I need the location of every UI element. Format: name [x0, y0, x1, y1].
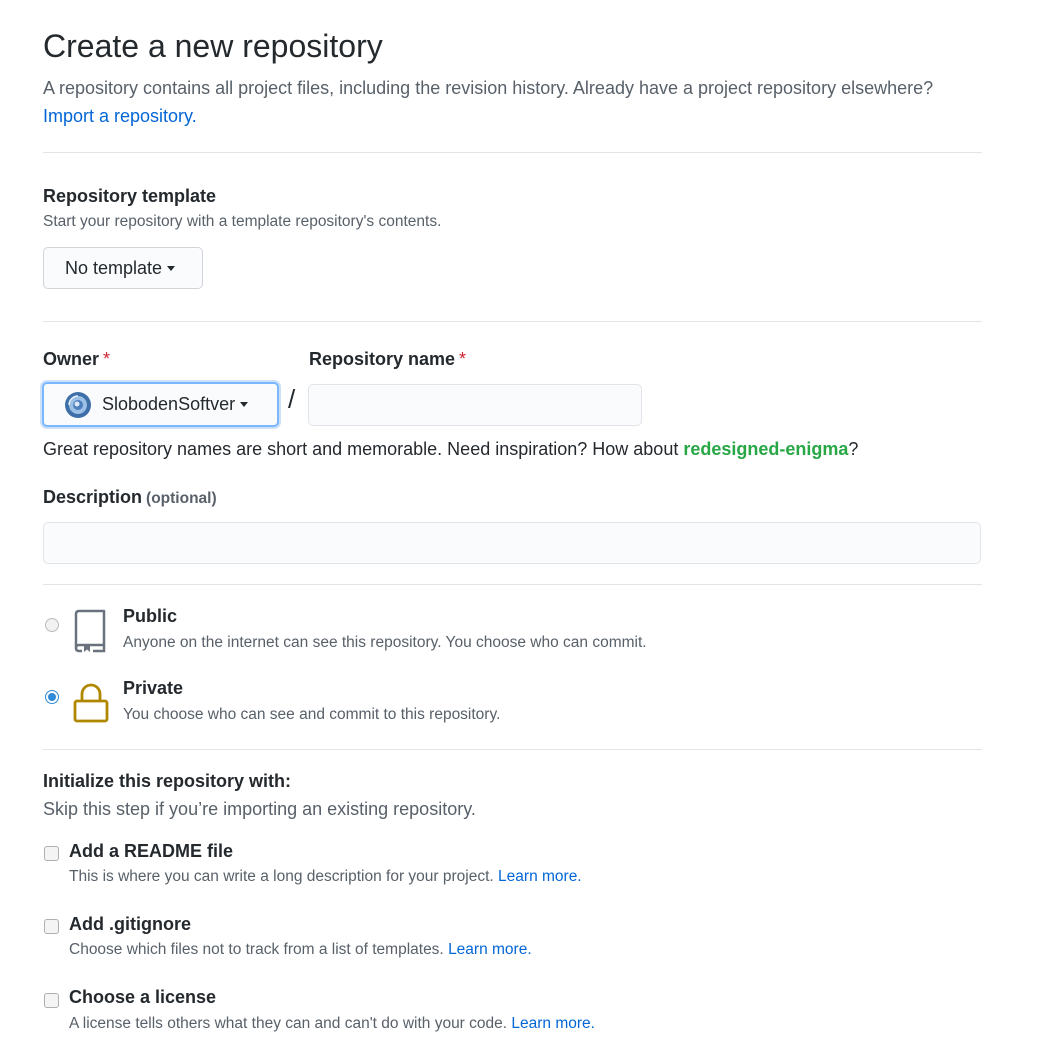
divider — [43, 152, 982, 153]
gitignore-learn-more-link[interactable]: Learn more. — [448, 941, 532, 958]
initialize-note: Skip this step if you’re importing an ex… — [43, 799, 476, 819]
readme-title: Add a README file — [69, 841, 234, 861]
private-description: You choose who can see and commit to thi… — [123, 706, 501, 723]
chevron-down-icon — [167, 265, 176, 271]
page-subtitle: A repository contains all project files,… — [43, 74, 1003, 130]
divider — [43, 749, 982, 750]
private-title: Private — [123, 678, 184, 698]
repository-name-input[interactable] — [308, 384, 642, 426]
gitignore-description-text: Choose which files not to track from a l… — [69, 941, 444, 958]
license-description-text: A license tells others what they can and… — [69, 1015, 508, 1032]
divider — [43, 584, 982, 585]
template-note: Start your repository with a template re… — [43, 213, 442, 230]
description-label-text: Description — [43, 487, 143, 507]
template-select-button[interactable]: No template — [43, 247, 203, 289]
create-repo-page: Create a new repository A repository con… — [0, 0, 1039, 1043]
owner-label-text: Owner — [43, 349, 100, 369]
description-input[interactable] — [43, 522, 981, 564]
readme-learn-more-link[interactable]: Learn more. — [498, 868, 582, 885]
owner-label: Owner * — [43, 349, 110, 370]
owner-select-button[interactable]: SlobodenSoftver — [42, 382, 279, 427]
repo-icon — [73, 609, 107, 653]
owner-avatar — [64, 391, 92, 419]
lock-icon — [73, 683, 109, 723]
required-mark: * — [103, 349, 111, 369]
readme-description: This is where you can write a long descr… — [69, 868, 582, 886]
page-title: Create a new repository — [43, 28, 383, 64]
license-description: A license tells others what they can and… — [69, 1015, 595, 1033]
suggestion-text: Great repository names are short and mem… — [43, 439, 684, 459]
private-radio[interactable] — [45, 690, 59, 704]
owner-name: SlobodenSoftver — [102, 394, 236, 414]
template-select-label: No template — [65, 257, 163, 278]
optional-tag: (optional) — [146, 490, 217, 507]
description-label: Description (optional) — [43, 487, 217, 508]
suggested-name-link[interactable]: redesigned-enigma — [683, 439, 848, 459]
gitignore-checkbox[interactable] — [44, 919, 59, 934]
suggestion-end: ? — [848, 439, 859, 459]
gitignore-description: Choose which files not to track from a l… — [69, 941, 532, 959]
readme-description-text: This is where you can write a long descr… — [69, 868, 494, 885]
subtitle-text: A repository contains all project files,… — [43, 78, 934, 98]
repo-name-label-text: Repository name — [309, 349, 456, 369]
readme-checkbox[interactable] — [44, 846, 59, 861]
required-mark: * — [459, 349, 467, 369]
gitignore-title: Add .gitignore — [69, 914, 191, 934]
initialize-heading: Initialize this repository with: — [43, 771, 292, 791]
template-label: Repository template — [43, 186, 217, 206]
license-checkbox[interactable] — [44, 993, 59, 1008]
public-description: Anyone on the internet can see this repo… — [123, 634, 647, 651]
import-repository-link[interactable]: Import a repository. — [43, 106, 197, 126]
divider — [43, 321, 982, 322]
public-radio[interactable] — [45, 618, 59, 632]
license-learn-more-link[interactable]: Learn more. — [511, 1015, 595, 1032]
license-title: Choose a license — [69, 987, 217, 1007]
chevron-down-icon — [240, 402, 249, 407]
name-suggestion: Great repository names are short and mem… — [43, 439, 858, 460]
owner-repo-separator: / — [288, 384, 296, 414]
public-title: Public — [123, 606, 178, 626]
repo-name-label: Repository name * — [309, 349, 466, 370]
